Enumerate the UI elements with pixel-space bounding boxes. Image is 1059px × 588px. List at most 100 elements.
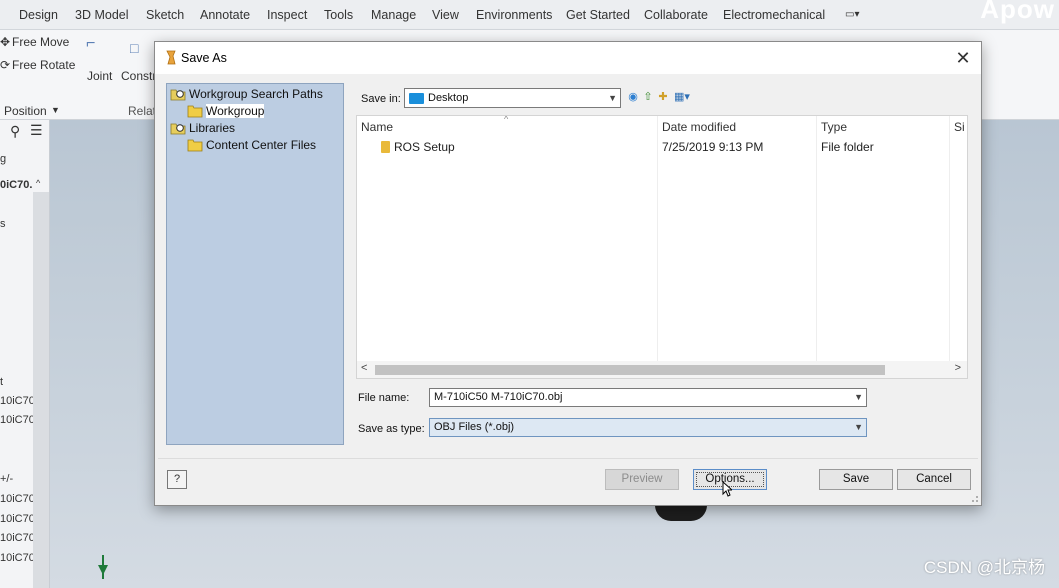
save-as-dialog: Save As ✕ Workgroup Search Paths Workgro… bbox=[154, 41, 982, 506]
places-pane: Workgroup Search Paths Workgroup Librari… bbox=[166, 83, 344, 445]
save-in-value: Desktop bbox=[428, 92, 469, 104]
joint-button[interactable]: Joint bbox=[87, 69, 112, 83]
ribbon-tab-annotate[interactable]: Annotate bbox=[200, 8, 250, 22]
place-libraries[interactable]: Libraries bbox=[170, 119, 235, 136]
chevron-down-icon[interactable]: ▼ bbox=[51, 105, 60, 115]
close-icon: ✕ bbox=[955, 48, 971, 68]
footer-watermark: CSDN @北京杨 bbox=[923, 558, 1045, 577]
browser-item[interactable]: 10iC70 bbox=[0, 395, 35, 407]
ribbon-tab-manage[interactable]: Manage bbox=[371, 8, 416, 22]
chevron-up-icon[interactable]: ^ bbox=[36, 178, 40, 188]
inventor-app-icon bbox=[166, 50, 176, 65]
place-content-center-files[interactable]: Content Center Files bbox=[187, 136, 316, 153]
dialog-title: Save As bbox=[181, 51, 227, 65]
file-name-input[interactable]: M-710iC50 M-710iC70.obj ▼ bbox=[429, 388, 867, 407]
folder-icon bbox=[187, 105, 203, 117]
save-as-type-label: Save as type: bbox=[358, 423, 425, 435]
new-folder-icon[interactable]: ✚ bbox=[656, 89, 670, 103]
menu-icon[interactable]: ☰ bbox=[30, 122, 43, 139]
ribbon-tab-collaborate[interactable]: Collaborate bbox=[644, 8, 708, 22]
preview-button[interactable]: Preview bbox=[605, 469, 679, 490]
model-browser: ⚲ ☰ g 0iC70. ^ s t 10iC70 10iC70 +/- 10i… bbox=[0, 120, 50, 588]
search-paths-icon bbox=[170, 89, 186, 100]
constrain-icon: □ bbox=[130, 40, 139, 56]
column-header-name[interactable]: Name bbox=[361, 120, 393, 134]
save-button[interactable]: Save bbox=[819, 469, 893, 490]
browser-item[interactable]: 10iC70 bbox=[0, 513, 35, 525]
up-folder-icon[interactable]: ⇧ bbox=[641, 89, 655, 103]
ribbon-tab-view[interactable]: View bbox=[432, 8, 459, 22]
save-in-dropdown[interactable]: Desktop ▼ bbox=[404, 88, 621, 108]
column-header-type[interactable]: Type bbox=[821, 120, 847, 134]
footer-divider bbox=[158, 458, 978, 459]
position-panel-label[interactable]: Position bbox=[4, 104, 47, 118]
ribbon-overflow-icon[interactable]: ▭▾ bbox=[845, 9, 859, 20]
ribbon-tab-design[interactable]: Design bbox=[19, 8, 58, 22]
chevron-down-icon[interactable]: ▼ bbox=[854, 422, 863, 432]
save-as-type-select[interactable]: OBJ Files (*.obj) ▼ bbox=[429, 418, 867, 437]
axis-triad-icon bbox=[98, 555, 108, 579]
ribbon-tab-sketch[interactable]: Sketch bbox=[146, 8, 184, 22]
horizontal-scrollbar[interactable]: < > bbox=[357, 361, 967, 378]
view-menu-icon[interactable]: ▦▾ bbox=[672, 89, 692, 103]
ribbon-tab-electromechanical[interactable]: Electromechanical bbox=[723, 8, 825, 22]
browser-scrollbar[interactable] bbox=[33, 192, 49, 588]
help-button[interactable]: ? bbox=[167, 470, 187, 489]
free-move-button[interactable]: Free Move bbox=[12, 35, 69, 49]
column-header-date-modified[interactable]: Date modified bbox=[662, 120, 736, 134]
file-name-label: File name: bbox=[358, 392, 410, 404]
folder-icon bbox=[381, 141, 390, 153]
place-workgroup[interactable]: Workgroup bbox=[187, 102, 265, 119]
search-icon[interactable]: ⚲ bbox=[10, 123, 20, 140]
desktop-folder-icon bbox=[409, 92, 424, 104]
ribbon-tab-bar: Design 3D Model Sketch Annotate Inspect … bbox=[0, 0, 1059, 30]
ribbon-tab-3d-model[interactable]: 3D Model bbox=[75, 8, 129, 22]
folder-icon bbox=[187, 139, 203, 151]
constrain-button[interactable]: Constr bbox=[121, 69, 156, 83]
browser-item[interactable]: t bbox=[0, 376, 3, 388]
ribbon-tab-environments[interactable]: Environments bbox=[476, 8, 552, 22]
free-rotate-icon: ⟳ bbox=[0, 58, 11, 72]
close-button[interactable]: ✕ bbox=[949, 45, 977, 71]
scroll-left-icon[interactable]: < bbox=[361, 362, 367, 374]
file-list[interactable]: ^ Name Date modified Type Si ROS Setup 7… bbox=[356, 115, 968, 379]
file-row[interactable]: ROS Setup 7/25/2019 9:13 PM File folder bbox=[357, 138, 967, 158]
file-type-cell: File folder bbox=[821, 140, 874, 154]
model-silhouette bbox=[655, 505, 707, 521]
place-workgroup-search-paths[interactable]: Workgroup Search Paths bbox=[170, 85, 323, 102]
browser-item[interactable]: 10iC70 bbox=[0, 414, 35, 426]
resize-grip-icon[interactable] bbox=[969, 493, 979, 503]
browser-item[interactable]: +/- bbox=[0, 473, 13, 485]
sort-ascending-icon: ^ bbox=[504, 115, 509, 124]
back-icon[interactable]: ◉ bbox=[626, 89, 640, 103]
column-header-size[interactable]: Si bbox=[954, 120, 965, 134]
joint-icon: ⌐ bbox=[86, 35, 96, 52]
scroll-right-icon[interactable]: > bbox=[955, 362, 961, 374]
browser-item[interactable]: g bbox=[0, 153, 6, 165]
free-rotate-button[interactable]: Free Rotate bbox=[12, 58, 75, 72]
ribbon-tab-get-started[interactable]: Get Started bbox=[566, 8, 630, 22]
ribbon-tab-inspect[interactable]: Inspect bbox=[267, 8, 307, 22]
free-move-icon: ✥ bbox=[0, 35, 11, 49]
place-label: Libraries bbox=[189, 120, 236, 135]
browser-item[interactable]: s bbox=[0, 218, 6, 230]
watermark-top: Apow bbox=[980, 0, 1055, 24]
browser-item[interactable]: 10iC70 bbox=[0, 493, 35, 505]
place-label: Workgroup Search Paths bbox=[189, 86, 323, 101]
browser-item[interactable]: 0iC70. bbox=[0, 179, 32, 191]
place-label: Workgroup bbox=[206, 103, 265, 118]
browser-item[interactable]: 10iC70 bbox=[0, 552, 35, 564]
file-date-cell: 7/25/2019 9:13 PM bbox=[662, 140, 764, 154]
save-as-type-value: OBJ Files (*.obj) bbox=[434, 421, 515, 433]
save-in-label: Save in: bbox=[361, 93, 401, 105]
ribbon-tab-tools[interactable]: Tools bbox=[324, 8, 353, 22]
libraries-icon bbox=[170, 123, 186, 134]
help-icon: ? bbox=[173, 473, 181, 485]
cancel-button[interactable]: Cancel bbox=[897, 469, 971, 490]
scrollbar-thumb[interactable] bbox=[375, 365, 885, 375]
browser-item[interactable]: 10iC70 bbox=[0, 532, 35, 544]
chevron-down-icon[interactable]: ▼ bbox=[854, 392, 863, 402]
file-name-cell: ROS Setup bbox=[394, 140, 455, 154]
chevron-down-icon[interactable]: ▼ bbox=[608, 93, 617, 103]
dialog-titlebar[interactable]: Save As ✕ bbox=[155, 42, 981, 74]
